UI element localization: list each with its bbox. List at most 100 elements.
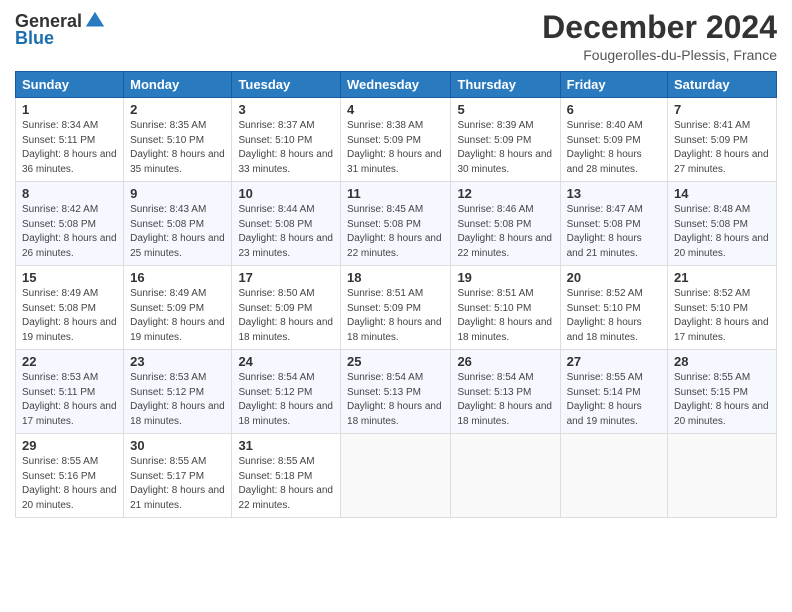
day-header-monday: Monday — [124, 72, 232, 98]
day-number: 2 — [130, 102, 225, 117]
calendar-week-row: 22 Sunrise: 8:53 AMSunset: 5:11 PMDaylig… — [16, 350, 777, 434]
calendar-cell: 10 Sunrise: 8:44 AMSunset: 5:08 PMDaylig… — [232, 182, 341, 266]
calendar-header-row: SundayMondayTuesdayWednesdayThursdayFrid… — [16, 72, 777, 98]
day-number: 13 — [567, 186, 661, 201]
calendar-cell: 26 Sunrise: 8:54 AMSunset: 5:13 PMDaylig… — [451, 350, 560, 434]
calendar-cell: 29 Sunrise: 8:55 AMSunset: 5:16 PMDaylig… — [16, 434, 124, 518]
day-number: 31 — [238, 438, 334, 453]
calendar-cell: 17 Sunrise: 8:50 AMSunset: 5:09 PMDaylig… — [232, 266, 341, 350]
day-info: Sunrise: 8:55 AMSunset: 5:14 PMDaylight:… — [567, 372, 643, 427]
day-info: Sunrise: 8:50 AMSunset: 5:09 PMDaylight:… — [238, 288, 333, 343]
calendar-cell: 24 Sunrise: 8:54 AMSunset: 5:12 PMDaylig… — [232, 350, 341, 434]
day-number: 23 — [130, 354, 225, 369]
day-info: Sunrise: 8:44 AMSunset: 5:08 PMDaylight:… — [238, 204, 333, 259]
calendar-cell: 5 Sunrise: 8:39 AMSunset: 5:09 PMDayligh… — [451, 98, 560, 182]
day-number: 5 — [457, 102, 553, 117]
calendar-cell: 3 Sunrise: 8:37 AMSunset: 5:10 PMDayligh… — [232, 98, 341, 182]
logo-blue-text: Blue — [15, 28, 54, 48]
calendar-week-row: 8 Sunrise: 8:42 AMSunset: 5:08 PMDayligh… — [16, 182, 777, 266]
day-header-tuesday: Tuesday — [232, 72, 341, 98]
day-info: Sunrise: 8:35 AMSunset: 5:10 PMDaylight:… — [130, 120, 225, 175]
calendar-cell: 21 Sunrise: 8:52 AMSunset: 5:10 PMDaylig… — [668, 266, 777, 350]
day-number: 29 — [22, 438, 117, 453]
day-info: Sunrise: 8:53 AMSunset: 5:12 PMDaylight:… — [130, 372, 225, 427]
day-number: 9 — [130, 186, 225, 201]
day-number: 27 — [567, 354, 661, 369]
day-number: 8 — [22, 186, 117, 201]
calendar-cell — [451, 434, 560, 518]
day-number: 7 — [674, 102, 770, 117]
day-info: Sunrise: 8:54 AMSunset: 5:13 PMDaylight:… — [457, 372, 552, 427]
day-number: 21 — [674, 270, 770, 285]
calendar-cell: 25 Sunrise: 8:54 AMSunset: 5:13 PMDaylig… — [341, 350, 451, 434]
calendar-cell: 11 Sunrise: 8:45 AMSunset: 5:08 PMDaylig… — [341, 182, 451, 266]
calendar-cell: 23 Sunrise: 8:53 AMSunset: 5:12 PMDaylig… — [124, 350, 232, 434]
day-number: 22 — [22, 354, 117, 369]
day-info: Sunrise: 8:51 AMSunset: 5:10 PMDaylight:… — [457, 288, 552, 343]
calendar-cell: 7 Sunrise: 8:41 AMSunset: 5:09 PMDayligh… — [668, 98, 777, 182]
day-number: 25 — [347, 354, 444, 369]
day-info: Sunrise: 8:37 AMSunset: 5:10 PMDaylight:… — [238, 120, 333, 175]
day-number: 1 — [22, 102, 117, 117]
logo: General Blue — [15, 10, 106, 49]
day-info: Sunrise: 8:55 AMSunset: 5:15 PMDaylight:… — [674, 372, 769, 427]
day-number: 19 — [457, 270, 553, 285]
day-info: Sunrise: 8:49 AMSunset: 5:08 PMDaylight:… — [22, 288, 117, 343]
calendar-cell: 4 Sunrise: 8:38 AMSunset: 5:09 PMDayligh… — [341, 98, 451, 182]
calendar-cell: 20 Sunrise: 8:52 AMSunset: 5:10 PMDaylig… — [560, 266, 667, 350]
day-number: 30 — [130, 438, 225, 453]
month-title: December 2024 — [542, 10, 777, 45]
day-header-friday: Friday — [560, 72, 667, 98]
day-info: Sunrise: 8:49 AMSunset: 5:09 PMDaylight:… — [130, 288, 225, 343]
day-info: Sunrise: 8:38 AMSunset: 5:09 PMDaylight:… — [347, 120, 442, 175]
day-header-wednesday: Wednesday — [341, 72, 451, 98]
calendar-cell: 30 Sunrise: 8:55 AMSunset: 5:17 PMDaylig… — [124, 434, 232, 518]
calendar-cell: 8 Sunrise: 8:42 AMSunset: 5:08 PMDayligh… — [16, 182, 124, 266]
day-info: Sunrise: 8:45 AMSunset: 5:08 PMDaylight:… — [347, 204, 442, 259]
day-info: Sunrise: 8:39 AMSunset: 5:09 PMDaylight:… — [457, 120, 552, 175]
day-info: Sunrise: 8:53 AMSunset: 5:11 PMDaylight:… — [22, 372, 117, 427]
day-number: 16 — [130, 270, 225, 285]
day-header-thursday: Thursday — [451, 72, 560, 98]
day-number: 12 — [457, 186, 553, 201]
calendar-cell: 28 Sunrise: 8:55 AMSunset: 5:15 PMDaylig… — [668, 350, 777, 434]
day-info: Sunrise: 8:40 AMSunset: 5:09 PMDaylight:… — [567, 120, 643, 175]
day-info: Sunrise: 8:42 AMSunset: 5:08 PMDaylight:… — [22, 204, 117, 259]
day-number: 14 — [674, 186, 770, 201]
day-header-sunday: Sunday — [16, 72, 124, 98]
calendar-page: General Blue December 2024 Fougerolles-d… — [0, 0, 792, 612]
day-number: 6 — [567, 102, 661, 117]
calendar-cell: 2 Sunrise: 8:35 AMSunset: 5:10 PMDayligh… — [124, 98, 232, 182]
day-number: 4 — [347, 102, 444, 117]
day-info: Sunrise: 8:54 AMSunset: 5:12 PMDaylight:… — [238, 372, 333, 427]
calendar-cell: 22 Sunrise: 8:53 AMSunset: 5:11 PMDaylig… — [16, 350, 124, 434]
calendar-cell — [668, 434, 777, 518]
day-number: 18 — [347, 270, 444, 285]
title-block: December 2024 Fougerolles-du-Plessis, Fr… — [542, 10, 777, 63]
day-info: Sunrise: 8:55 AMSunset: 5:17 PMDaylight:… — [130, 456, 225, 511]
day-info: Sunrise: 8:52 AMSunset: 5:10 PMDaylight:… — [567, 288, 643, 343]
calendar-cell: 12 Sunrise: 8:46 AMSunset: 5:08 PMDaylig… — [451, 182, 560, 266]
day-info: Sunrise: 8:43 AMSunset: 5:08 PMDaylight:… — [130, 204, 225, 259]
calendar-cell: 15 Sunrise: 8:49 AMSunset: 5:08 PMDaylig… — [16, 266, 124, 350]
calendar-week-row: 1 Sunrise: 8:34 AMSunset: 5:11 PMDayligh… — [16, 98, 777, 182]
calendar-cell: 16 Sunrise: 8:49 AMSunset: 5:09 PMDaylig… — [124, 266, 232, 350]
calendar-cell: 9 Sunrise: 8:43 AMSunset: 5:08 PMDayligh… — [124, 182, 232, 266]
calendar-table: SundayMondayTuesdayWednesdayThursdayFrid… — [15, 71, 777, 518]
day-info: Sunrise: 8:51 AMSunset: 5:09 PMDaylight:… — [347, 288, 442, 343]
calendar-cell: 19 Sunrise: 8:51 AMSunset: 5:10 PMDaylig… — [451, 266, 560, 350]
day-number: 26 — [457, 354, 553, 369]
day-header-saturday: Saturday — [668, 72, 777, 98]
calendar-cell: 14 Sunrise: 8:48 AMSunset: 5:08 PMDaylig… — [668, 182, 777, 266]
day-number: 24 — [238, 354, 334, 369]
day-number: 3 — [238, 102, 334, 117]
calendar-cell: 1 Sunrise: 8:34 AMSunset: 5:11 PMDayligh… — [16, 98, 124, 182]
day-info: Sunrise: 8:41 AMSunset: 5:09 PMDaylight:… — [674, 120, 769, 175]
day-info: Sunrise: 8:55 AMSunset: 5:16 PMDaylight:… — [22, 456, 117, 511]
day-number: 17 — [238, 270, 334, 285]
calendar-cell: 27 Sunrise: 8:55 AMSunset: 5:14 PMDaylig… — [560, 350, 667, 434]
day-info: Sunrise: 8:47 AMSunset: 5:08 PMDaylight:… — [567, 204, 643, 259]
calendar-cell: 31 Sunrise: 8:55 AMSunset: 5:18 PMDaylig… — [232, 434, 341, 518]
location-title: Fougerolles-du-Plessis, France — [542, 47, 777, 63]
day-info: Sunrise: 8:55 AMSunset: 5:18 PMDaylight:… — [238, 456, 333, 511]
